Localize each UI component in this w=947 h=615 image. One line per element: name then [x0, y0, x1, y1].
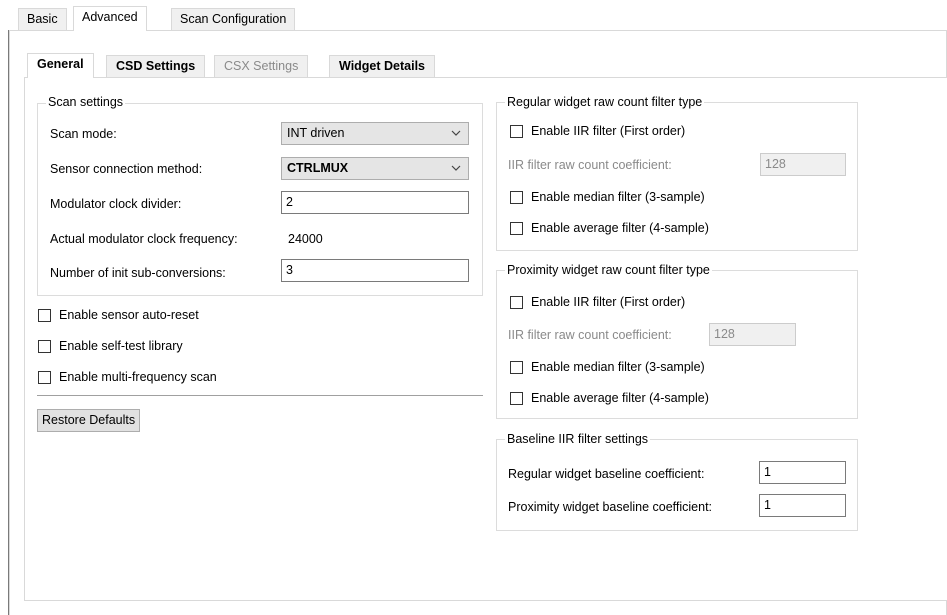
init-subconv-label: Number of init sub-conversions: [50, 266, 226, 280]
auto-reset-checkbox[interactable] [38, 309, 51, 322]
regular-baseline-label: Regular widget baseline coefficient: [508, 467, 705, 481]
proximity-average-checkbox[interactable] [510, 392, 523, 405]
regular-average-label: Enable average filter (4-sample) [531, 221, 709, 235]
multi-freq-checkbox[interactable] [38, 371, 51, 384]
mod-clk-divider-input[interactable]: 2 [281, 191, 469, 214]
init-subconv-input[interactable]: 3 [281, 259, 469, 282]
tab-csd-settings[interactable]: CSD Settings [106, 55, 206, 77]
separator [37, 395, 483, 396]
scan-mode-value: INT driven [287, 126, 345, 140]
restore-defaults-button[interactable]: Restore Defaults [37, 409, 141, 432]
baseline-title: Baseline IIR filter settings [505, 431, 651, 447]
baseline-group [496, 439, 858, 531]
tab-general[interactable]: General [27, 53, 94, 78]
scan-mode-select[interactable]: INT driven [281, 122, 469, 145]
proximity-coef-label: IIR filter raw count coefficient: [508, 328, 672, 342]
auto-reset-label: Enable sensor auto-reset [59, 308, 199, 322]
proximity-filter-title: Proximity widget raw count filter type [505, 262, 712, 278]
proximity-median-label: Enable median filter (3-sample) [531, 360, 705, 374]
actual-mod-clk-value: 24000 [288, 232, 323, 246]
tab-basic[interactable]: Basic [18, 8, 67, 30]
proximity-median-checkbox[interactable] [510, 361, 523, 374]
regular-average-checkbox[interactable] [510, 222, 523, 235]
tab-csx-settings[interactable]: CSX Settings [214, 55, 309, 77]
regular-median-label: Enable median filter (3-sample) [531, 190, 705, 204]
chevron-down-icon [451, 123, 461, 152]
regular-coef-label: IIR filter raw count coefficient: [508, 158, 672, 172]
scan-settings-title: Scan settings [46, 94, 126, 110]
tab-advanced[interactable]: Advanced [73, 6, 147, 31]
sensor-connection-label: Sensor connection method: [50, 162, 203, 176]
regular-filter-title: Regular widget raw count filter type [505, 94, 705, 110]
proximity-iir-checkbox[interactable] [510, 296, 523, 309]
regular-baseline-input[interactable]: 1 [759, 461, 846, 484]
proximity-coef-input[interactable]: 128 [709, 323, 796, 346]
proximity-baseline-input[interactable]: 1 [759, 494, 846, 517]
mod-clk-divider-label: Modulator clock divider: [50, 197, 182, 211]
regular-iir-label: Enable IIR filter (First order) [531, 124, 686, 138]
sensor-connection-value: CTRLMUX [287, 161, 349, 175]
proximity-baseline-label: Proximity widget baseline coefficient: [508, 500, 713, 514]
proximity-iir-label: Enable IIR filter (First order) [531, 295, 686, 309]
chevron-down-icon [451, 158, 461, 187]
tab-scan-configuration[interactable]: Scan Configuration [171, 8, 296, 30]
scan-mode-label: Scan mode: [50, 127, 117, 141]
regular-coef-input[interactable]: 128 [760, 153, 846, 176]
self-test-checkbox[interactable] [38, 340, 51, 353]
multi-freq-label: Enable multi-frequency scan [59, 370, 217, 384]
tab-widget-details[interactable]: Widget Details [329, 55, 436, 77]
regular-iir-checkbox[interactable] [510, 125, 523, 138]
actual-mod-clk-label: Actual modulator clock frequency: [50, 232, 238, 246]
self-test-label: Enable self-test library [59, 339, 183, 353]
sensor-connection-select[interactable]: CTRLMUX [281, 157, 469, 180]
proximity-average-label: Enable average filter (4-sample) [531, 391, 709, 405]
regular-median-checkbox[interactable] [510, 191, 523, 204]
